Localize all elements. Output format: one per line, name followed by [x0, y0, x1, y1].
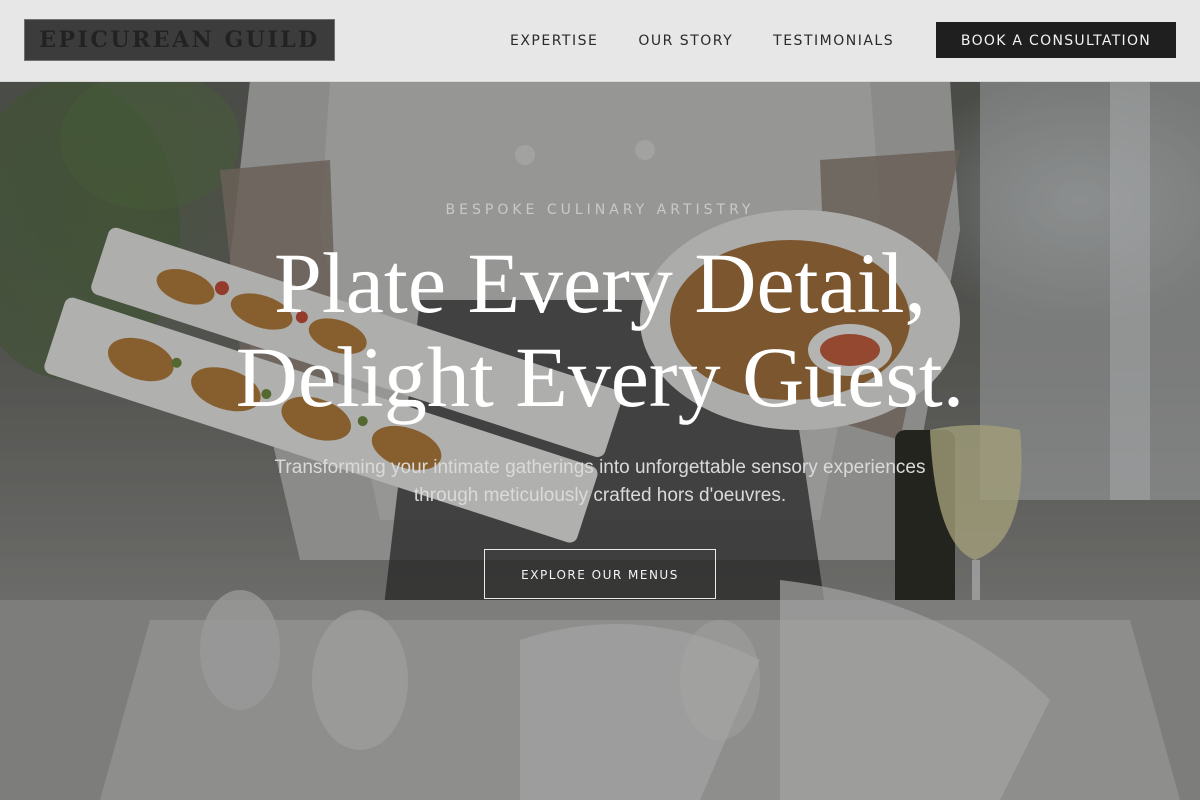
nav-link-expertise[interactable]: EXPERTISE	[490, 33, 618, 49]
hero-headline: Plate Every Detail, Delight Every Guest.	[100, 236, 1100, 424]
main-nav: EXPERTISE OUR STORY TESTIMONIALS	[490, 0, 914, 81]
hero-headline-line-1: Plate Every Detail,	[274, 235, 926, 331]
brand-logo-text: EPICUREAN GUILD	[39, 27, 320, 53]
hero-headline-line-2: Delight Every Guest.	[235, 329, 965, 425]
nav-link-our-story[interactable]: OUR STORY	[618, 33, 753, 49]
hero-eyebrow: BESPOKE CULINARY ARTISTRY	[445, 202, 755, 218]
hero-subtext: Transforming your intimate gatherings in…	[274, 457, 926, 506]
brand-logo[interactable]: EPICUREAN GUILD	[24, 19, 335, 61]
site-header: EPICUREAN GUILD EXPERTISE OUR STORY TEST…	[0, 0, 1200, 82]
book-consultation-button[interactable]: BOOK A CONSULTATION	[936, 22, 1176, 58]
explore-menus-button[interactable]: EXPLORE OUR MENUS	[484, 549, 716, 599]
nav-link-testimonials[interactable]: TESTIMONIALS	[753, 33, 914, 49]
